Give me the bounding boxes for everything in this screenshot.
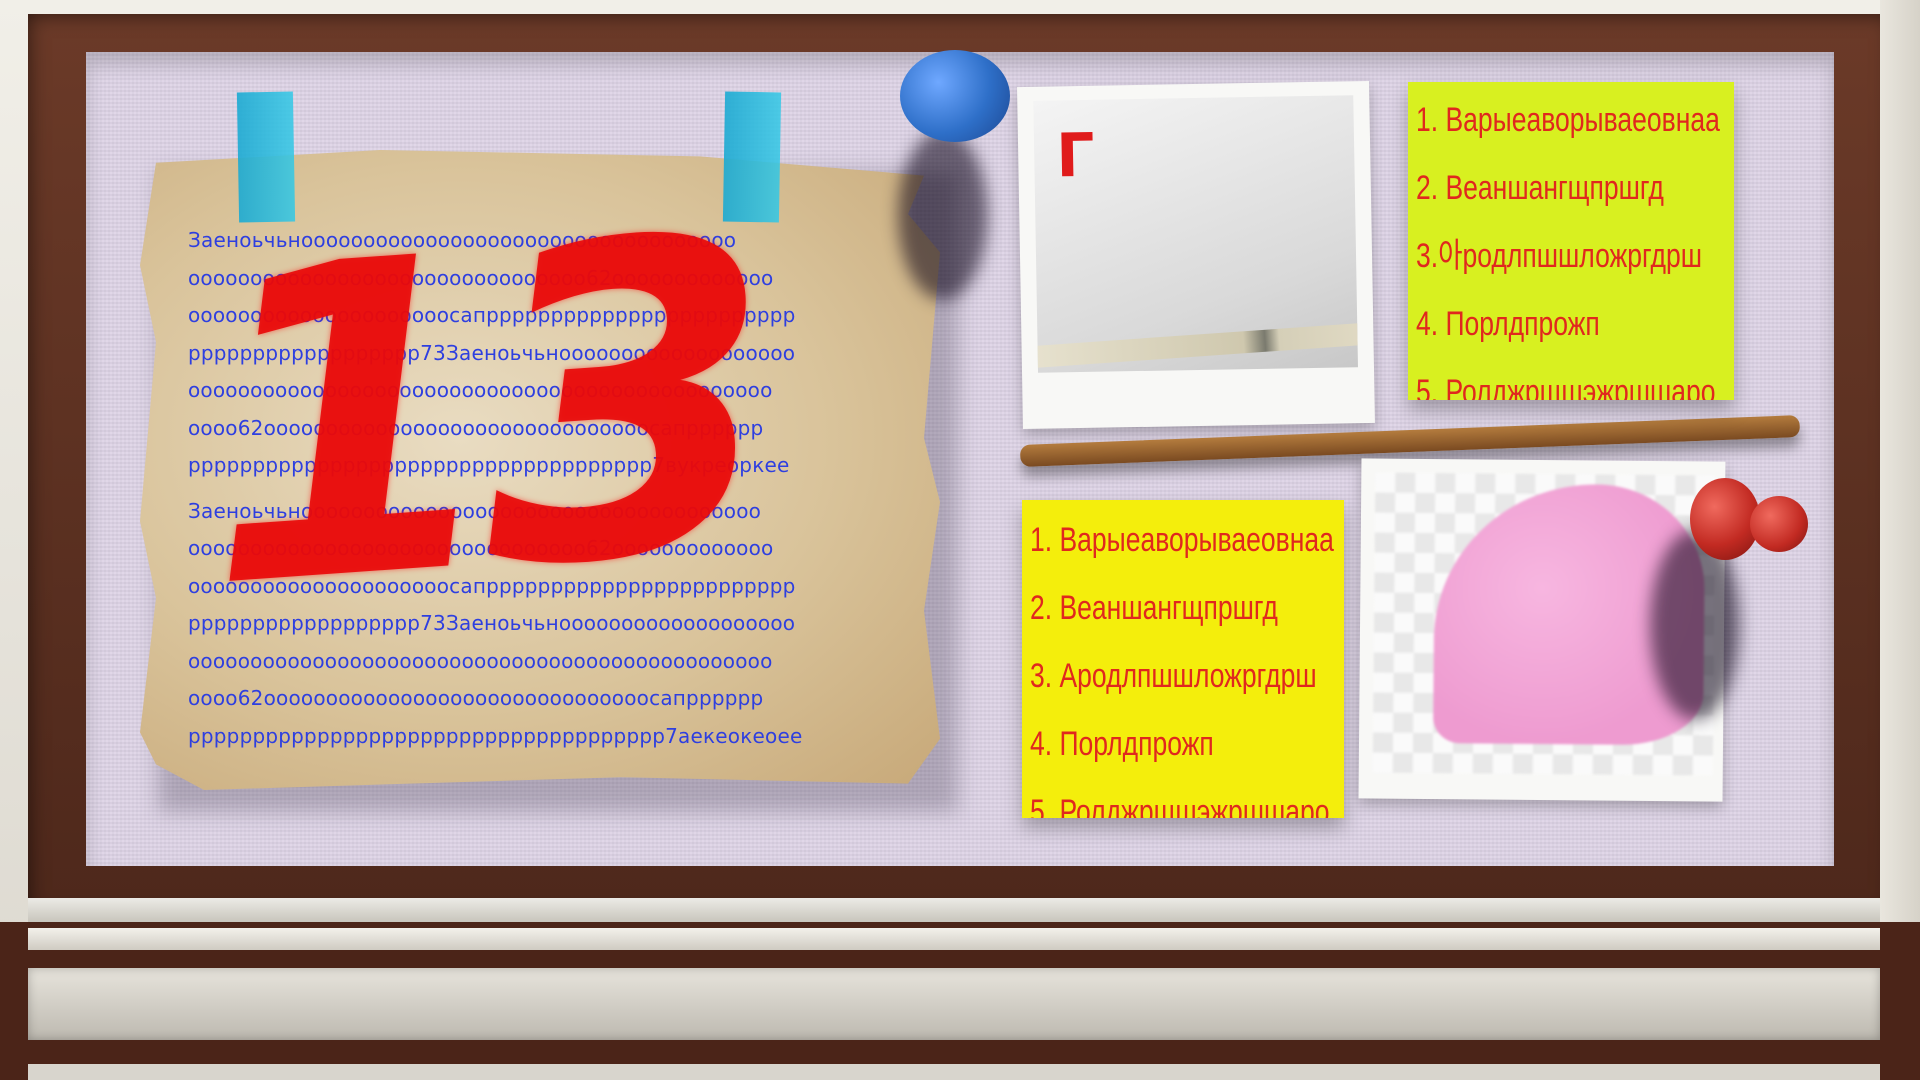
note-item: 3.아родлпшшложргдрш	[1416, 237, 1702, 275]
tape-left	[236, 91, 296, 223]
note-item: 2. Веаншангщпршгд	[1416, 169, 1664, 207]
note-item: 3. Ародлпшшложргдрш	[1030, 657, 1317, 695]
doc-line: ррррррррррррррррррррррррррррррррррррр7ае…	[188, 723, 803, 748]
photo-top[interactable]: Г	[1017, 80, 1375, 430]
cabinet-side	[1880, 0, 1920, 1080]
photo-top-image: Г	[1033, 95, 1358, 373]
note-item: 2. Веаншангщпршгд	[1030, 589, 1278, 627]
note-item: 5. Ролджрщшэжршшаро	[1416, 373, 1716, 400]
board-ledge	[28, 898, 1880, 922]
pin-shadow	[898, 130, 988, 300]
push-pin-red-knob	[1750, 496, 1808, 552]
shelf-panel	[28, 968, 1880, 1040]
push-pin-blue-icon[interactable]	[900, 50, 1010, 142]
photo-stripe	[1033, 321, 1358, 369]
note-item: 1. Варыеаворываеовнаа	[1030, 521, 1334, 559]
note-item: 4. Порлдпрожп	[1416, 305, 1600, 343]
shelf-bottom	[28, 1064, 1880, 1080]
sticky-note-bottom[interactable]: 1. Варыеаворываеовнаа 2. Веаншангщпршгд …	[1022, 500, 1344, 818]
tape-right	[722, 91, 782, 223]
note-item: 4. Порлдпрожп	[1030, 725, 1214, 763]
sticky-note-top[interactable]: 1. Варыеаворываеовнаа 2. Веаншангщпршгд …	[1408, 82, 1734, 400]
painted-number: 13	[183, 146, 776, 684]
note-item: 1. Варыеаворываеовнаа	[1416, 101, 1720, 139]
shelf-rail	[28, 928, 1880, 950]
note-item: 5. Ролджрщшэжршшаро	[1030, 793, 1330, 818]
doc-line: оооо62ооооооооооооооооооооооооооооооосап…	[188, 686, 764, 710]
photo-letter: Г	[1055, 120, 1096, 192]
